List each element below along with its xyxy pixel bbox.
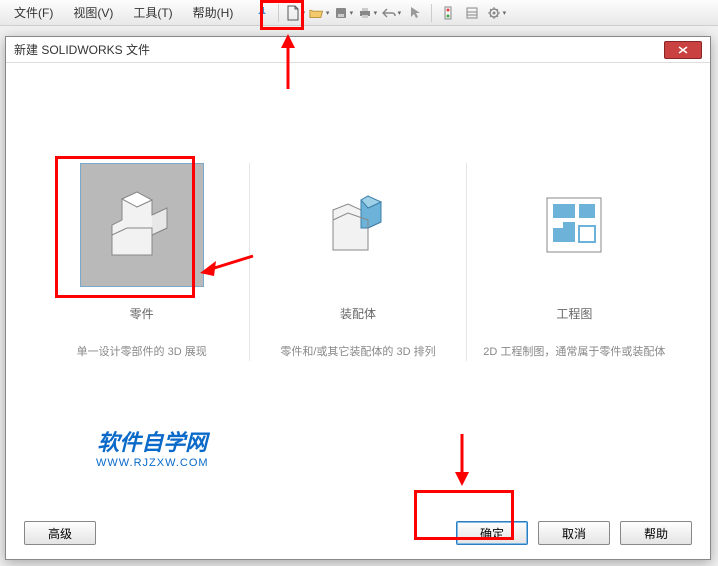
option-assembly-desc: 零件和/或其它装配体的 3D 排列 [266,344,449,361]
advanced-button[interactable]: 高级 [24,521,96,545]
rebuild-button[interactable] [437,2,459,24]
watermark: 软件自学网 WWW.RJZXW.COM [96,425,209,469]
menubar: 文件(F) 视图(V) 工具(T) 帮助(H) [0,0,718,26]
print-button[interactable] [356,2,378,24]
close-button[interactable] [664,41,702,59]
menu-help[interactable]: 帮助(H) [183,1,244,24]
ok-button[interactable]: 确定 [456,521,528,545]
option-part[interactable]: 零件 单一设计零部件的 3D 展现 [34,163,250,361]
dialog-body: 零件 单一设计零部件的 3D 展现 装配体 零件和/或其它装配体的 3D 排列 [6,63,710,381]
new-document-dialog: 新建 SOLIDWORKS 文件 零件 单一设计零部件的 3D 展现 [5,36,711,560]
option-part-title: 零件 [50,305,233,322]
menu-file[interactable]: 文件(F) [4,1,63,24]
menu-view[interactable]: 视图(V) [63,1,123,24]
option-drawing-title: 工程图 [483,305,666,322]
save-button[interactable] [332,2,354,24]
drawing-icon [512,163,636,287]
option-drawing[interactable]: 工程图 2D 工程制图，通常属于零件或装配体 [467,163,682,361]
watermark-url: WWW.RJZXW.COM [96,457,209,469]
new-document-button[interactable] [284,2,306,24]
option-drawing-desc: 2D 工程制图，通常属于零件或装配体 [483,344,666,361]
option-part-desc: 单一设计零部件的 3D 展现 [50,344,233,361]
separator [431,4,432,22]
open-button[interactable] [308,2,330,24]
menu-tools[interactable]: 工具(T) [123,1,182,24]
cancel-button[interactable]: 取消 [538,521,610,545]
pin-icon[interactable] [251,2,273,24]
help-button[interactable]: 帮助 [620,521,692,545]
toolbar [251,2,507,24]
separator [278,4,279,22]
undo-button[interactable] [380,2,402,24]
settings-button[interactable] [485,2,507,24]
assembly-icon [296,163,420,287]
dialog-titlebar: 新建 SOLIDWORKS 文件 [6,37,710,63]
option-assembly[interactable]: 装配体 零件和/或其它装配体的 3D 排列 [250,163,466,361]
options-button[interactable] [461,2,483,24]
watermark-title: 软件自学网 [96,425,209,457]
part-icon [80,163,204,287]
dialog-footer: 高级 确定 取消 帮助 [24,521,692,545]
option-assembly-title: 装配体 [266,305,449,322]
dialog-title: 新建 SOLIDWORKS 文件 [14,41,150,58]
select-button[interactable] [404,2,426,24]
